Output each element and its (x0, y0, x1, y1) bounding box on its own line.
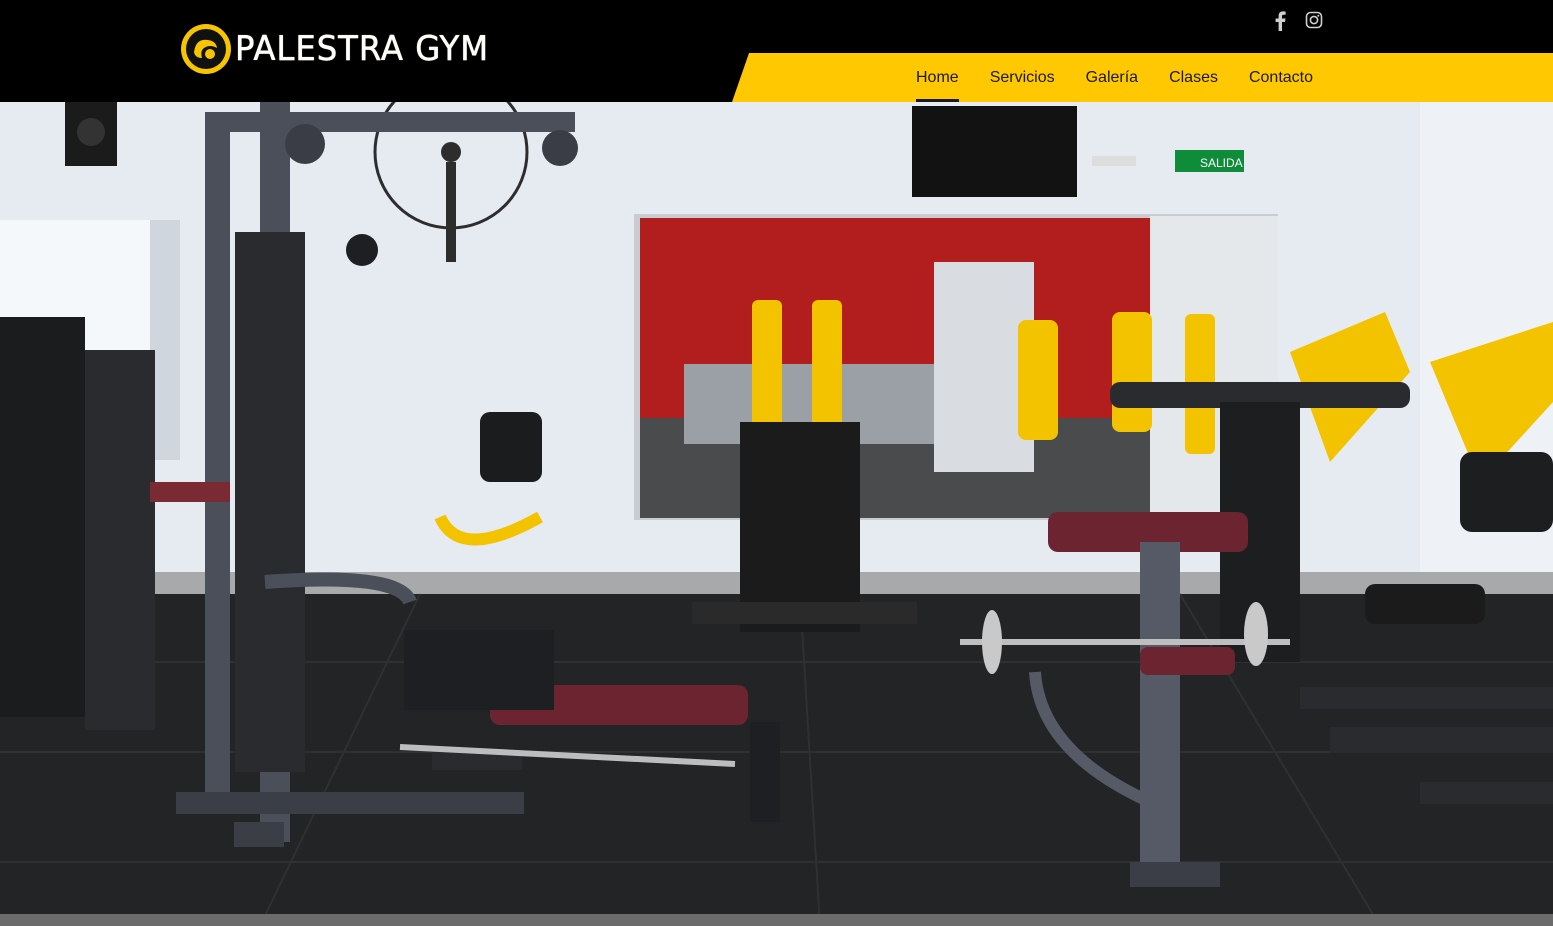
facebook-icon[interactable] (1270, 11, 1290, 33)
instagram-icon[interactable] (1304, 11, 1324, 33)
nav-item-clases[interactable]: Clases (1169, 53, 1218, 102)
nav-item-galeria[interactable]: Galería (1086, 53, 1138, 102)
nav-item-home[interactable]: Home (916, 53, 959, 102)
main-navigation: Home Servicios Galería Clases Contacto (916, 53, 1344, 102)
nav-item-contacto[interactable]: Contacto (1249, 53, 1313, 102)
hero-gym-photo: SALIDA (0, 102, 1553, 926)
nav-item-servicios[interactable]: Servicios (990, 53, 1055, 102)
page: SALIDA PALESTRA GYM Home Servicios Galer… (0, 0, 1553, 926)
brand-logo[interactable]: PALESTRA GYM (181, 23, 502, 75)
logo-emblem-icon (181, 24, 231, 74)
brand-name: PALESTRA GYM (235, 29, 490, 69)
exit-sign-text: SALIDA (1200, 156, 1243, 170)
site-header: PALESTRA GYM Home Servicios Galería Clas… (0, 0, 1553, 102)
social-links (1270, 11, 1324, 33)
